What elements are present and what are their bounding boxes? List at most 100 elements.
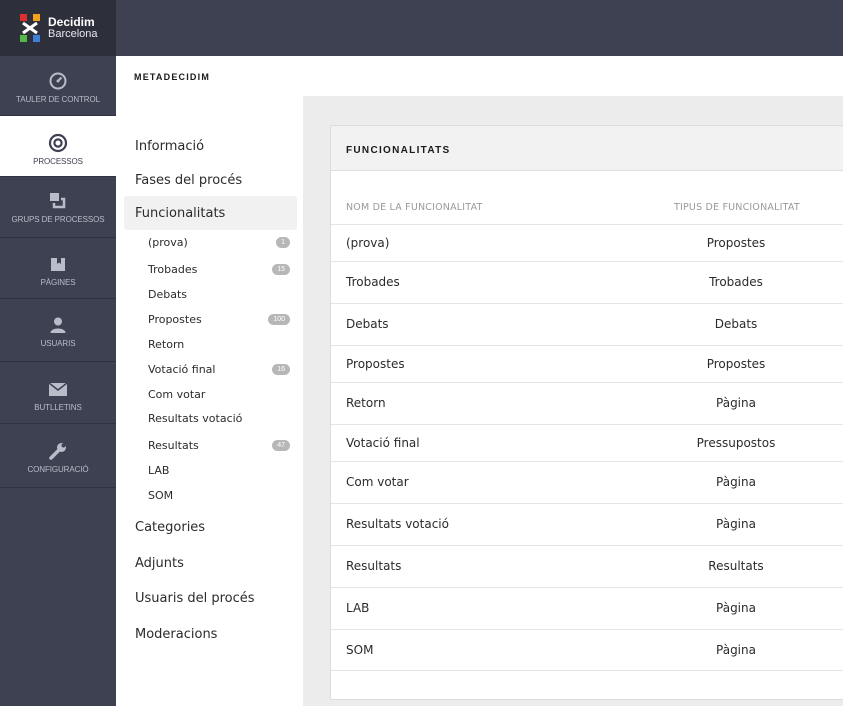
rail-item-label: TAULER DE CONTROL: [16, 95, 100, 104]
column-header-name: NOM DE LA FUNCIONALITAT: [346, 202, 483, 213]
rail-item-label: USUARIS: [40, 339, 76, 348]
rail-item-settings[interactable]: CONFIGURACIÓ: [0, 424, 116, 488]
rail-item-label: PÀGINES: [40, 278, 76, 287]
feature-name: LAB: [346, 601, 370, 615]
table-row: Debats Debats: [331, 303, 843, 345]
nav-link-attachments[interactable]: Adjunts: [116, 546, 297, 580]
feature-type: Trobades: [709, 275, 763, 289]
count-badge: 15: [272, 264, 290, 275]
feature-link[interactable]: Propostes 100: [148, 311, 290, 328]
feature-name: Votació final: [346, 436, 420, 450]
decidim-logo-icon: [20, 14, 40, 42]
feature-link[interactable]: Debats: [148, 286, 290, 303]
feature-link-label: Retorn: [148, 338, 185, 351]
table-row: Trobades Trobades: [331, 261, 843, 303]
feature-link[interactable]: Resultats 47: [148, 437, 290, 454]
dashboard-gauge-icon: [48, 71, 68, 91]
card-header: FUNCIONALITATS: [331, 126, 843, 171]
feature-link-label: Debats: [148, 288, 188, 301]
brand-name: Decidim Barcelona: [48, 16, 98, 40]
feature-type: Pàgina: [716, 517, 756, 531]
feature-type: Resultats: [708, 559, 764, 573]
rail-item-label: GRUPS DE PROCESSOS: [11, 215, 105, 224]
count-badge: 47: [272, 440, 290, 451]
feature-name: Retorn: [346, 396, 386, 410]
feature-link[interactable]: (prova) 1: [148, 234, 290, 251]
feature-type: Pressupostos: [696, 436, 776, 450]
card-title: FUNCIONALITATS: [346, 145, 451, 156]
rail-item-process-groups[interactable]: GRUPS DE PROCESSOS: [0, 177, 116, 238]
feature-link[interactable]: LAB: [148, 462, 290, 479]
table-row: Resultats votació Pàgina: [331, 503, 843, 545]
nav-link-categories[interactable]: Categories: [116, 510, 297, 544]
brand-line1: Decidim: [48, 15, 95, 29]
table-row: Retorn Pàgina: [331, 382, 843, 424]
column-header-type: TIPUS DE FUNCIONALITAT: [674, 202, 800, 213]
target-circle-icon: [48, 133, 68, 153]
feature-type: Pàgina: [716, 643, 756, 657]
feature-name: Com votar: [346, 475, 409, 489]
feature-link[interactable]: Retorn: [148, 336, 290, 353]
table-row: (prova) Propostes: [331, 224, 843, 261]
count-badge: 100: [268, 314, 290, 325]
feature-type: Propostes: [706, 236, 766, 250]
rail-item-label: PROCESSOS: [33, 157, 83, 166]
feature-link[interactable]: Trobades 15: [148, 261, 290, 278]
feature-link-label: Trobades: [148, 263, 198, 276]
feature-type: Propostes: [706, 357, 766, 371]
nav-link-information[interactable]: Informació: [116, 129, 297, 163]
wrench-icon: [48, 441, 68, 461]
rail-item-label: CONFIGURACIÓ: [27, 465, 89, 474]
process-secondary-nav: METADECIDIM Informació Fases del procés …: [116, 56, 303, 706]
rail-item-pages[interactable]: PÀGINES: [0, 238, 116, 299]
feature-name: Resultats: [346, 559, 402, 573]
stacked-squares-icon: [48, 191, 68, 211]
count-badge: 16: [272, 364, 290, 375]
table-row: Com votar Pàgina: [331, 461, 843, 503]
feature-link-label: Resultats: [148, 439, 199, 452]
feature-type: Debats: [714, 317, 758, 331]
feature-link[interactable]: Resultats votació: [148, 410, 290, 427]
brand-line2: Barcelona: [48, 28, 98, 40]
nav-link-features[interactable]: Funcionalitats: [124, 196, 297, 230]
nav-link-process-users[interactable]: Usuaris del procés: [116, 581, 297, 615]
rail-item-newsletters[interactable]: BUTLLETINS: [0, 362, 116, 424]
brand-logo-link[interactable]: Decidim Barcelona: [0, 0, 116, 56]
feature-link-label: Votació final: [148, 363, 216, 376]
feature-link[interactable]: Com votar: [148, 386, 290, 403]
nav-link-steps[interactable]: Fases del procés: [116, 163, 297, 197]
feature-link[interactable]: Votació final 16: [148, 361, 290, 378]
rail-item-dashboard[interactable]: TAULER DE CONTROL: [0, 56, 116, 116]
feature-link-label: Propostes: [148, 313, 202, 326]
feature-link-label: Com votar: [148, 388, 206, 401]
table-row: Resultats Resultats: [331, 545, 843, 587]
table-row: LAB Pàgina: [331, 587, 843, 629]
feature-link-label: SOM: [148, 489, 174, 502]
rail-item-users[interactable]: USUARIS: [0, 299, 116, 362]
nav-link-moderations[interactable]: Moderacions: [116, 617, 297, 651]
book-icon: [48, 254, 68, 274]
user-icon: [48, 315, 68, 335]
rail-item-label: BUTLLETINS: [34, 403, 82, 412]
feature-type: Pàgina: [716, 601, 756, 615]
main-header-strip: [303, 56, 843, 96]
count-badge: 1: [276, 237, 290, 248]
space-title: METADECIDIM: [134, 72, 211, 82]
feature-name: Propostes: [346, 357, 405, 371]
table-row: Propostes Propostes: [331, 345, 843, 382]
feature-link-label: LAB: [148, 464, 170, 477]
features-card: FUNCIONALITATS NOM DE LA FUNCIONALITAT T…: [330, 125, 843, 700]
feature-type: Pàgina: [716, 475, 756, 489]
feature-link[interactable]: SOM: [148, 487, 290, 504]
feature-type: Pàgina: [716, 396, 756, 410]
table-row: Votació final Pressupostos: [331, 424, 843, 461]
feature-name: (prova): [346, 236, 390, 250]
feature-link-label: (prova): [148, 236, 188, 249]
feature-name: Trobades: [346, 275, 400, 289]
feature-name: Debats: [346, 317, 389, 331]
rail-item-processes[interactable]: PROCESSOS: [0, 116, 116, 177]
table-row: SOM Pàgina: [331, 629, 843, 671]
feature-link-label: Resultats votació: [148, 412, 243, 425]
top-bar: [116, 0, 843, 56]
feature-name: SOM: [346, 643, 374, 657]
